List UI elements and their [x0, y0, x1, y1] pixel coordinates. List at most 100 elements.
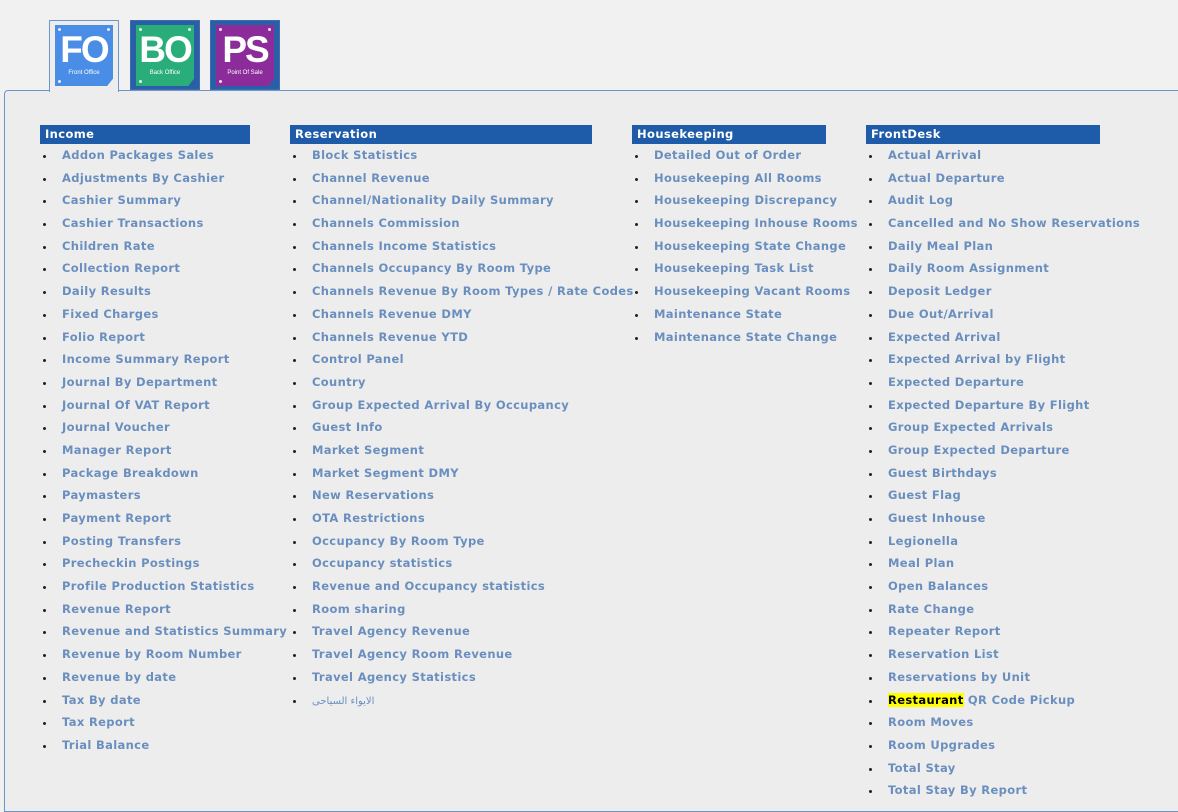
report-link[interactable]: Precheckin Postings	[43, 552, 250, 575]
report-link[interactable]: Housekeeping All Rooms	[635, 167, 826, 190]
report-link[interactable]: Occupancy By Room Type	[293, 530, 592, 553]
report-link[interactable]: Posting Transfers	[43, 530, 250, 553]
report-link[interactable]: Tax By date	[43, 689, 250, 712]
report-link[interactable]: Guest Flag	[869, 484, 1100, 507]
report-link[interactable]: Adjustments By Cashier	[43, 167, 250, 190]
report-link[interactable]: Journal Voucher	[43, 416, 250, 439]
module-abbr: PS	[222, 29, 269, 70]
report-link[interactable]: Revenue and Occupancy statistics	[293, 575, 592, 598]
report-link[interactable]: Repeater Report	[869, 620, 1100, 643]
report-link[interactable]: Reservation List	[869, 643, 1100, 666]
report-link[interactable]: Channel Revenue	[293, 167, 592, 190]
tab-front-office[interactable]: FO Front Office	[49, 20, 119, 92]
report-link[interactable]: Journal Of VAT Report	[43, 394, 250, 417]
report-link[interactable]: Housekeeping Discrepancy	[635, 189, 837, 212]
report-link[interactable]: Travel Agency Statistics	[293, 666, 592, 689]
report-link[interactable]: Actual Arrival	[869, 144, 1100, 167]
report-link[interactable]: Market Segment	[293, 439, 592, 462]
report-link[interactable]: Journal By Department	[43, 371, 250, 394]
report-link[interactable]: Folio Report	[43, 326, 250, 349]
report-link[interactable]: Expected Arrival by Flight	[869, 348, 1100, 371]
report-link[interactable]: Cancelled and No Show Reservations	[869, 212, 1140, 235]
report-link[interactable]: Guest Inhouse	[869, 507, 1100, 530]
report-link[interactable]: Expected Arrival	[869, 326, 1100, 349]
report-link[interactable]: Manager Report	[43, 439, 250, 462]
report-link[interactable]: New Reservations	[293, 484, 592, 507]
report-link[interactable]: Travel Agency Room Revenue	[293, 643, 592, 666]
report-link[interactable]: Maintenance State Change	[635, 326, 837, 349]
report-link[interactable]: Profile Production Statistics	[43, 575, 254, 598]
report-link[interactable]: Room sharing	[293, 598, 592, 621]
report-link[interactable]: Guest Info	[293, 416, 592, 439]
report-link[interactable]: Revenue and Statistics Summary	[43, 620, 287, 643]
report-link[interactable]: Block Statistics	[293, 144, 592, 167]
report-link[interactable]: Market Segment DMY	[293, 462, 592, 485]
report-link[interactable]: Housekeeping Vacant Rooms	[635, 280, 850, 303]
report-link[interactable]: Group Expected Departure	[869, 439, 1100, 462]
report-link[interactable]: Children Rate	[43, 235, 250, 258]
report-link[interactable]: Paymasters	[43, 484, 250, 507]
report-link[interactable]: Reservations by Unit	[869, 666, 1100, 689]
report-link[interactable]: Expected Departure By Flight	[869, 394, 1100, 417]
report-link[interactable]: Channels Revenue By Room Types / Rate Co…	[293, 280, 633, 303]
report-link[interactable]: Housekeeping Task List	[635, 257, 826, 280]
tile-dot	[58, 80, 61, 83]
report-link[interactable]: Total Stay	[869, 757, 1100, 780]
report-link[interactable]: Legionella	[869, 530, 1100, 553]
report-link[interactable]: Channels Revenue YTD	[293, 326, 592, 349]
report-link[interactable]: Cashier Transactions	[43, 212, 250, 235]
report-link[interactable]: Revenue by Room Number	[43, 643, 250, 666]
report-link[interactable]: Cashier Summary	[43, 189, 250, 212]
report-link[interactable]: Guest Birthdays	[869, 462, 1100, 485]
report-link[interactable]: Trial Balance	[43, 734, 250, 757]
report-link[interactable]: Control Panel	[293, 348, 592, 371]
report-link[interactable]: Channel/Nationality Daily Summary	[293, 189, 592, 212]
report-link[interactable]: الايواء السياحى	[293, 689, 592, 712]
report-link[interactable]: Channels Revenue DMY	[293, 303, 592, 326]
report-link[interactable]: Addon Packages Sales	[43, 144, 250, 167]
report-link[interactable]: Income Summary Report	[43, 348, 250, 371]
report-link[interactable]: Audit Log	[869, 189, 1100, 212]
report-link[interactable]: Group Expected Arrivals	[869, 416, 1100, 439]
report-link[interactable]: Revenue by date	[43, 666, 250, 689]
report-link[interactable]: Channels Income Statistics	[293, 235, 592, 258]
report-link[interactable]: Package Breakdown	[43, 462, 250, 485]
report-link[interactable]: Deposit Ledger	[869, 280, 1100, 303]
report-link[interactable]: Housekeeping Inhouse Rooms	[635, 212, 858, 235]
report-link[interactable]: Tax Report	[43, 711, 250, 734]
report-link[interactable]: Daily Room Assignment	[869, 257, 1100, 280]
report-link[interactable]: Daily Results	[43, 280, 250, 303]
report-link[interactable]: Total Stay By Report	[869, 779, 1100, 802]
report-link[interactable]: Meal Plan	[869, 552, 1100, 575]
report-link-label: Actual Departure	[888, 170, 1005, 185]
report-link[interactable]: Country	[293, 371, 592, 394]
report-link[interactable]: Group Expected Arrival By Occupancy	[293, 394, 592, 417]
report-link[interactable]: Open Balances	[869, 575, 1100, 598]
report-link[interactable]: Due Out/Arrival	[869, 303, 1100, 326]
tab-back-office[interactable]: BO Back Office	[130, 20, 200, 90]
report-link[interactable]: Channels Commission	[293, 212, 592, 235]
report-link[interactable]: Revenue Report	[43, 598, 250, 621]
module-label: Back Office	[149, 70, 181, 76]
report-link[interactable]: OTA Restrictions	[293, 507, 592, 530]
report-link[interactable]: Detailed Out of Order	[635, 144, 826, 167]
report-link[interactable]: Payment Report	[43, 507, 250, 530]
report-link[interactable]: Maintenance State	[635, 303, 826, 326]
report-link-label: Total Stay By Report	[888, 783, 1028, 798]
report-link[interactable]: Occupancy statistics	[293, 552, 592, 575]
report-link[interactable]: Travel Agency Revenue	[293, 620, 592, 643]
report-link[interactable]: Actual Departure	[869, 167, 1100, 190]
report-link[interactable]: Room Moves	[869, 711, 1100, 734]
tab-point-of-sale[interactable]: PS Point Of Sale	[210, 20, 280, 90]
report-link[interactable]: Collection Report	[43, 257, 250, 280]
report-link-label: Channel/Nationality Daily Summary	[312, 193, 554, 208]
report-link[interactable]: Housekeeping State Change	[635, 235, 846, 258]
report-link[interactable]: Expected Departure	[869, 371, 1100, 394]
report-link[interactable]: Channels Occupancy By Room Type	[293, 257, 592, 280]
report-link[interactable]: Room Upgrades	[869, 734, 1100, 757]
report-link[interactable]: Daily Meal Plan	[869, 235, 1100, 258]
report-link-label: Reservation List	[888, 647, 999, 662]
report-link[interactable]: Fixed Charges	[43, 303, 250, 326]
report-link[interactable]: Restaurant QR Code Pickup	[869, 689, 1100, 712]
report-link[interactable]: Rate Change	[869, 598, 1100, 621]
